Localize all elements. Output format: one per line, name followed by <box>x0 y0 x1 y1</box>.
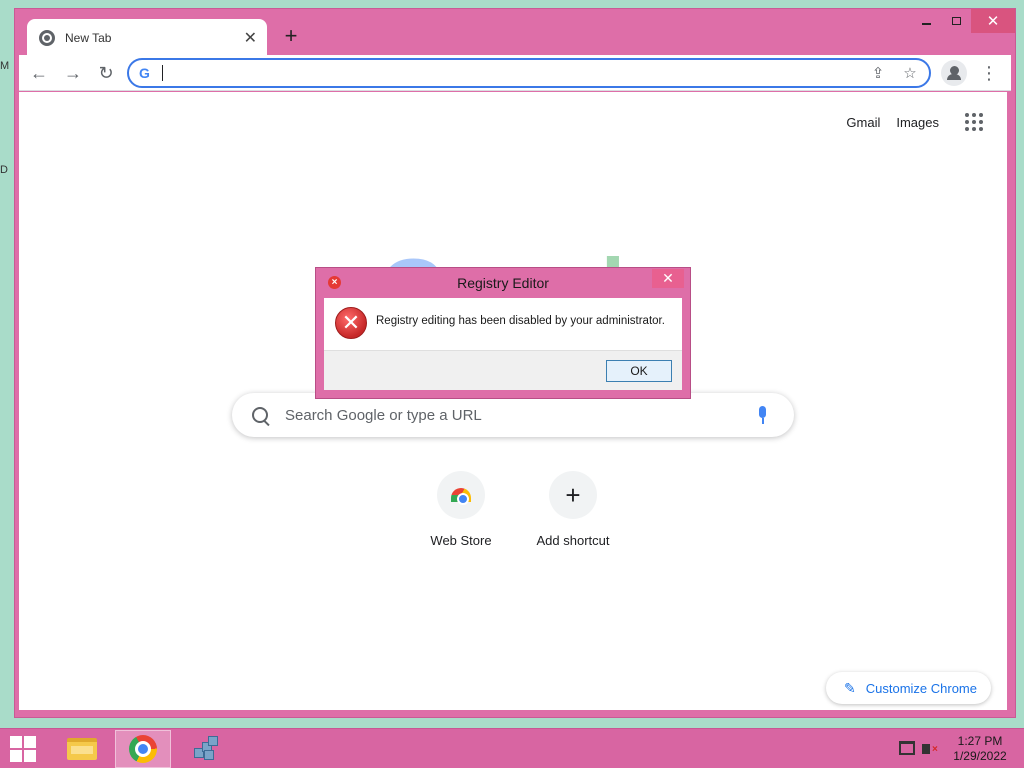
microphone-icon[interactable] <box>752 404 774 426</box>
new-tab-page: Gmail Images Google Search Google or typ… <box>19 92 1007 710</box>
chrome-menu-icon[interactable]: ⋮ <box>977 61 1001 85</box>
shortcut-label: Web Store <box>430 533 492 548</box>
gmail-link[interactable]: Gmail <box>846 115 880 130</box>
registry-editor-icon <box>190 734 220 764</box>
dialog-footer: OK <box>324 350 682 390</box>
taskbar-file-explorer[interactable] <box>54 730 110 768</box>
window-close-button[interactable]: ✕ <box>971 9 1015 33</box>
chrome-favicon-icon <box>39 30 55 46</box>
bookmark-star-icon[interactable]: ☆ <box>899 63 921 85</box>
system-clock[interactable]: 1:27 PM 1/29/2022 <box>952 734 1008 764</box>
folder-icon <box>67 738 97 760</box>
browser-toolbar: ← → ↻ G ⇪ ☆ ⋮ <box>19 55 1011 91</box>
volume-muted-icon[interactable]: × <box>922 740 942 758</box>
share-icon[interactable]: ⇪ <box>867 63 889 85</box>
google-apps-icon[interactable] <box>965 113 983 131</box>
google-g-icon: G <box>139 65 150 81</box>
back-button[interactable]: ← <box>27 61 51 85</box>
shortcut-label: Add shortcut <box>536 533 610 548</box>
pencil-icon: ✎ <box>844 679 856 696</box>
dialog-title: Registry Editor <box>457 275 549 291</box>
dialog-body: ✕ Registry editing has been disabled by … <box>324 298 682 350</box>
webstore-icon <box>451 488 471 505</box>
clock-date: 1/29/2022 <box>953 749 1007 763</box>
windows-start-icon[interactable] <box>6 735 40 763</box>
reload-button[interactable]: ↻ <box>94 61 118 85</box>
dialog-close-button[interactable]: ✕ <box>652 269 684 288</box>
error-icon: ✕ <box>335 307 367 339</box>
minimize-button[interactable] <box>911 9 941 33</box>
customize-chrome-label: Customize Chrome <box>865 680 977 696</box>
taskbar: × 1:27 PM 1/29/2022 <box>0 728 1024 768</box>
text-caret <box>162 65 163 81</box>
desktop-icon-label-fragment: M <box>0 60 10 72</box>
minimize-icon <box>921 23 931 25</box>
forward-button[interactable]: → <box>61 61 85 85</box>
dialog-message: Registry editing has been disabled by yo… <box>376 315 665 327</box>
images-link[interactable]: Images <box>896 115 939 130</box>
tab-title: New Tab <box>65 31 112 45</box>
ok-button[interactable]: OK <box>606 360 672 382</box>
address-bar[interactable]: G ⇪ ☆ <box>127 58 931 88</box>
taskbar-chrome[interactable] <box>115 730 171 768</box>
window-controls: ✕ <box>911 9 1015 33</box>
search-icon <box>252 407 268 423</box>
dialog-titlebar[interactable]: × Registry Editor ✕ <box>316 268 690 298</box>
search-input[interactable]: Search Google or type a URL <box>285 407 752 424</box>
chrome-icon <box>129 735 157 763</box>
desktop-icon-label-fragment: D <box>0 164 8 176</box>
plus-icon: + <box>565 480 581 510</box>
maximize-button[interactable] <box>941 9 971 33</box>
top-links: Gmail Images <box>830 113 983 131</box>
new-tab-button[interactable]: + <box>278 23 304 49</box>
customize-chrome-button[interactable]: ✎ Customize Chrome <box>826 672 991 704</box>
shortcut-add[interactable]: + Add shortcut <box>517 471 629 548</box>
taskbar-registry-editor[interactable] <box>177 730 233 768</box>
tab-new-tab[interactable]: New Tab ✕ <box>27 19 267 57</box>
shortcut-web-store[interactable]: Web Store <box>405 471 517 548</box>
clock-time: 1:27 PM <box>957 734 1003 748</box>
search-box[interactable]: Search Google or type a URL <box>232 393 794 437</box>
registry-editor-dialog: × Registry Editor ✕ ✕ Registry editing h… <box>315 267 691 399</box>
tab-close-icon[interactable]: ✕ <box>244 28 257 48</box>
network-icon[interactable] <box>899 741 915 755</box>
maximize-icon <box>951 17 961 25</box>
profile-avatar-button[interactable] <box>941 60 967 86</box>
